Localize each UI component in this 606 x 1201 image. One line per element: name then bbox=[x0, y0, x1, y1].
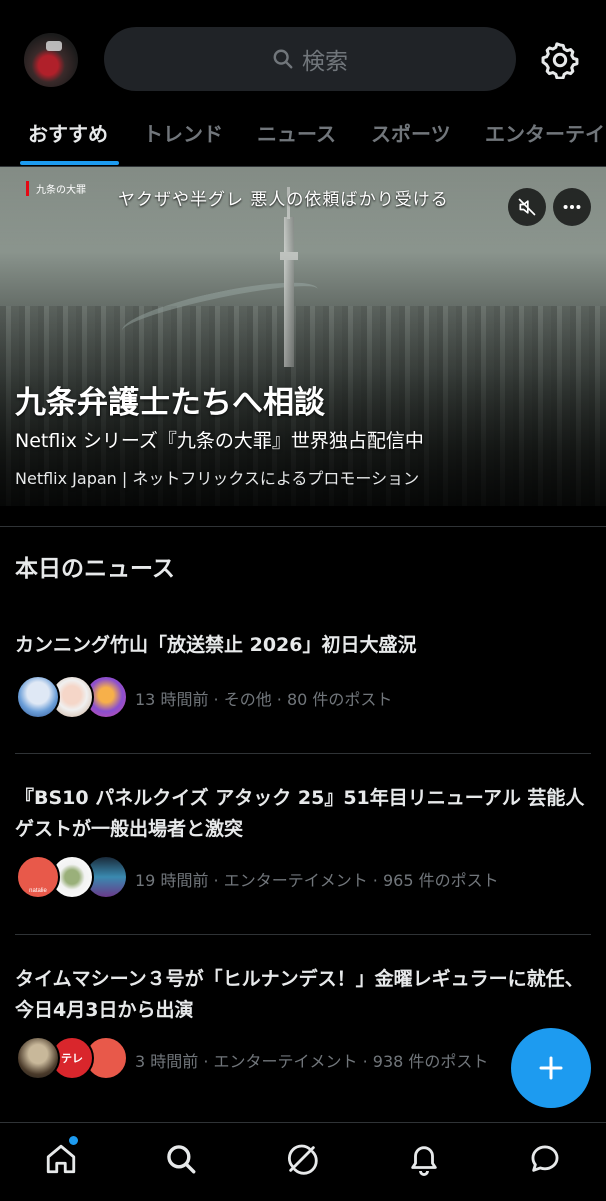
tab-trending[interactable]: トレンド bbox=[143, 118, 223, 147]
profile-avatar[interactable] bbox=[24, 33, 78, 87]
tab-sports[interactable]: スポーツ bbox=[371, 118, 451, 147]
bottom-nav bbox=[0, 1122, 606, 1201]
promoted-hero-video[interactable]: 九条の大罪 ヤクザや半グレ 悪人の依頼ばかり受ける 九条弁護士たちへ相談 Net… bbox=[0, 167, 606, 506]
news-meta: 3 時間前 · エンターテイメント · 938 件のポスト bbox=[135, 1052, 489, 1071]
search-input[interactable]: 検索 bbox=[104, 27, 516, 91]
section-title: 本日のニュース bbox=[15, 556, 175, 582]
plus-icon bbox=[539, 1056, 563, 1080]
tab-bar: おすすめ トレンド ニュース スポーツ エンターテイ bbox=[0, 100, 606, 167]
news-item[interactable]: タイムマシーン３号が「ヒルナンデス！」金曜レギュラーに就任、今日4月3日から出演… bbox=[0, 964, 606, 1114]
news-headline: 『BS10 パネルクイズ アタック 25』51年目リニューアル 芸能人ゲストが一… bbox=[15, 787, 585, 840]
hero-title: 九条弁護士たちへ相談 bbox=[15, 385, 325, 421]
natalie-avatar-text: natalie bbox=[29, 888, 47, 894]
news-headline: カンニング竹山「放送禁止 2026」初日大盛況 bbox=[15, 634, 417, 656]
tab-entertainment[interactable]: エンターテイ bbox=[485, 118, 605, 147]
news-avatars: natalie bbox=[16, 855, 128, 899]
hero-caption: ヤクザや半グレ 悪人の依頼ばかり受ける bbox=[118, 190, 449, 210]
mute-icon bbox=[518, 198, 536, 216]
news-item[interactable]: カンニング竹山「放送禁止 2026」初日大盛況 13 時間前 · その他 · 8… bbox=[0, 630, 606, 754]
news-item[interactable]: 『BS10 パネルクイズ アタック 25』51年目リニューアル 芸能人ゲストが一… bbox=[0, 783, 606, 933]
tele-avatar-text: テレ bbox=[61, 1052, 83, 1065]
section-divider bbox=[0, 526, 606, 527]
bell-icon bbox=[411, 1146, 437, 1176]
home-icon bbox=[46, 1144, 76, 1174]
notification-dot bbox=[69, 1136, 78, 1145]
mute-button[interactable] bbox=[508, 188, 546, 226]
news-meta: 13 時間前 · その他 · 80 件のポスト bbox=[135, 690, 393, 709]
nav-messages[interactable] bbox=[525, 1139, 565, 1179]
nav-grok[interactable] bbox=[282, 1139, 322, 1179]
message-icon bbox=[531, 1145, 559, 1172]
tab-news[interactable]: ニュース bbox=[257, 118, 336, 147]
search-placeholder: 検索 bbox=[302, 49, 348, 75]
avatar bbox=[16, 1036, 60, 1080]
hero-subtitle: Netflix シリーズ『九条の大罪』世界独占配信中 bbox=[15, 430, 424, 452]
more-icon bbox=[563, 204, 581, 210]
grok-icon bbox=[288, 1144, 318, 1175]
news-avatars bbox=[16, 675, 128, 719]
explore-icon bbox=[167, 1145, 196, 1174]
tab-active-indicator bbox=[20, 161, 119, 165]
avatar bbox=[16, 675, 60, 719]
list-divider bbox=[15, 934, 591, 935]
nav-home[interactable] bbox=[41, 1139, 81, 1179]
nav-explore[interactable] bbox=[161, 1139, 201, 1179]
natalie-avatar: natalie bbox=[16, 855, 60, 899]
gear-icon[interactable] bbox=[541, 41, 579, 79]
compose-button[interactable] bbox=[511, 1028, 591, 1108]
list-divider bbox=[15, 753, 591, 754]
news-avatars: テレ bbox=[16, 1036, 128, 1080]
news-headline: タイムマシーン３号が「ヒルナンデス！」金曜レギュラーに就任、今日4月3日から出演 bbox=[15, 968, 584, 1021]
news-meta: 19 時間前 · エンターテイメント · 965 件のポスト bbox=[135, 871, 499, 890]
hero-tag: 九条の大罪 bbox=[26, 181, 86, 196]
hero-promo-label: Netflix Japan | ネットフリックスによるプロモーション bbox=[15, 469, 420, 488]
search-icon bbox=[273, 49, 293, 69]
nav-notifications[interactable] bbox=[404, 1139, 444, 1179]
tab-recommended[interactable]: おすすめ bbox=[28, 118, 108, 147]
more-button[interactable] bbox=[553, 188, 591, 226]
